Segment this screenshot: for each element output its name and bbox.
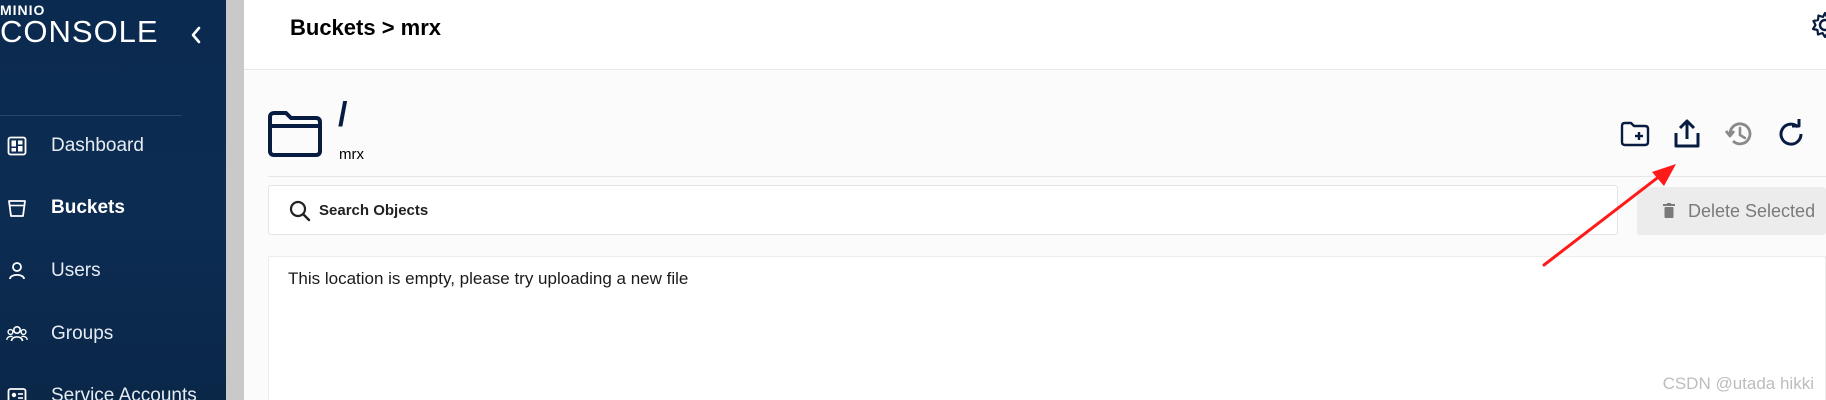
bucket-name: mrx: [339, 146, 364, 163]
create-folder-button[interactable]: [1616, 115, 1654, 153]
watermark: CSDN @utada hikki: [1662, 374, 1814, 393]
upload-icon: [1674, 119, 1700, 148]
user-icon: [6, 260, 28, 282]
folder-icon: [266, 109, 324, 159]
sidebar-item-label: Buckets: [51, 197, 125, 218]
rewind-icon: [1724, 122, 1752, 146]
bucket-icon: [6, 197, 28, 219]
sidebar-edge: [226, 0, 244, 400]
sidebar-divider: [0, 115, 182, 116]
sidebar-item-buckets[interactable]: Buckets: [0, 188, 226, 228]
delete-selected-button[interactable]: Delete Selected: [1637, 187, 1826, 235]
main-content: / mrx Search Objects Delete Selected Thi…: [244, 71, 1826, 400]
logo-console: CONSOLE: [0, 14, 159, 49]
delete-selected-label: Delete Selected: [1688, 201, 1816, 221]
collapse-sidebar-button[interactable]: [186, 22, 206, 48]
refresh-icon: [1779, 119, 1803, 146]
sidebar-item-label: Users: [51, 260, 101, 281]
empty-state-message: This location is empty, please try uploa…: [288, 269, 689, 288]
object-list: This location is empty, please try uploa…: [268, 256, 1826, 400]
groups-icon: [6, 323, 28, 345]
breadcrumb: Buckets > mrx: [290, 15, 442, 40]
sidebar-item-label: Groups: [51, 323, 114, 344]
search-box: [268, 185, 1618, 235]
top-bar: Buckets > mrx: [244, 0, 1826, 70]
sidebar-item-label: Dashboard: [51, 135, 144, 156]
search-icon: [289, 200, 311, 222]
rewind-button[interactable]: [1720, 115, 1758, 153]
sidebar-item-label: Service Accounts: [51, 385, 197, 400]
gear-icon: [1811, 11, 1826, 39]
upload-button[interactable]: [1668, 115, 1706, 153]
trash-icon: [1663, 203, 1675, 218]
refresh-button[interactable]: [1772, 115, 1810, 153]
header-divider: [268, 176, 1826, 177]
sidebar: MINIO CONSOLE Dashboard Buckets Users Gr…: [0, 0, 226, 400]
sidebar-item-service-accounts[interactable]: Service Accounts: [0, 376, 226, 400]
current-path: /: [338, 96, 348, 134]
settings-gear-button[interactable]: [1810, 10, 1826, 40]
sidebar-item-dashboard[interactable]: Dashboard: [0, 126, 226, 166]
sidebar-item-users[interactable]: Users: [0, 251, 226, 291]
service-accounts-icon: [6, 385, 28, 400]
search-input[interactable]: [319, 186, 1599, 234]
dashboard-icon: [6, 135, 28, 157]
create-folder-icon: [1620, 121, 1650, 147]
chevron-left-icon: [191, 26, 201, 44]
sidebar-item-groups[interactable]: Groups: [0, 314, 226, 354]
